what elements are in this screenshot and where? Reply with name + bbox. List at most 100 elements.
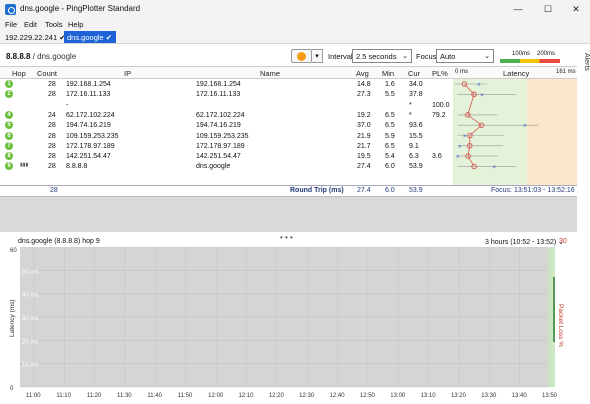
latency-cur-mark: × xyxy=(477,83,481,89)
cell-avg: 37.0 xyxy=(357,122,371,130)
cell-min: 5.5 xyxy=(385,91,395,99)
interval-label: Interval xyxy=(328,52,353,61)
cell-min: 6.5 xyxy=(385,142,395,150)
cell-min: 6.5 xyxy=(385,111,395,119)
x-tick-label: 12:10 xyxy=(238,393,254,399)
cell-cur: 93.6 xyxy=(409,122,423,130)
cell-count: 28 xyxy=(48,132,56,140)
menu-file[interactable]: File xyxy=(5,20,17,29)
target-name: dns.google xyxy=(37,52,77,61)
interval-value: 2.5 seconds xyxy=(356,52,397,61)
latency-scale-end: 161 ms xyxy=(556,69,576,75)
cell-name: 142.251.54.47 xyxy=(196,153,241,161)
latency-cur-mark: × xyxy=(523,124,527,130)
alerts-side-tab[interactable]: Alerts xyxy=(577,34,590,84)
focus-select[interactable]: Auto ⌄ xyxy=(436,49,494,63)
menu-help[interactable]: Help xyxy=(68,20,83,29)
cell-cur: 9.1 xyxy=(409,142,419,150)
cell-avg: 27.4 xyxy=(357,163,371,171)
cell-count: 28 xyxy=(48,81,56,88)
cell-cur: 37.8 xyxy=(409,91,423,99)
latency-scale-bar xyxy=(500,59,560,63)
cell-count: 28 xyxy=(48,142,56,150)
summary-row: 28 Round Trip (ms) 27.4 6.0 53.9 Focus: … xyxy=(0,185,577,195)
summary-avg: 27.4 xyxy=(357,187,371,194)
cell-ip: 62.172.102.224 xyxy=(66,111,115,119)
cell-pl: 79.2 xyxy=(432,111,446,119)
target-ip: 8.8.8.8 xyxy=(6,52,31,61)
x-tick-label: 11:50 xyxy=(178,393,193,399)
time-range-select[interactable]: 3 hours (10:52 - 13:52) ⌄ xyxy=(485,238,564,246)
col-hop[interactable]: Hop xyxy=(12,69,26,78)
focus-label: Focus xyxy=(416,52,437,61)
x-tick-label: 11:30 xyxy=(117,393,132,399)
cell-avg: 21.9 xyxy=(357,132,371,140)
summary-focus: Focus: 13:51:03 - 13:52:16 xyxy=(491,187,575,194)
summary-min: 6.0 xyxy=(385,187,395,194)
chevron-down-icon: ⌄ xyxy=(402,53,408,60)
cell-count: 28 xyxy=(48,163,56,171)
latency-cur-mark: × xyxy=(456,155,460,161)
cell-ip: - xyxy=(66,101,69,109)
col-pl[interactable]: PL% xyxy=(432,69,448,78)
maximize-button[interactable]: ☐ xyxy=(536,2,560,16)
close-button[interactable]: ✕ xyxy=(564,2,588,16)
col-avg[interactable]: Avg xyxy=(356,69,369,78)
cell-count: 24 xyxy=(48,111,56,119)
cell-name: 62.172.102.224 xyxy=(196,111,245,119)
hop-status-icon: 1 xyxy=(5,80,13,88)
summary-label: Round Trip (ms) xyxy=(290,187,344,194)
cell-min: 6.0 xyxy=(385,163,395,171)
y-tick-label: 60 xyxy=(10,248,17,254)
hop-status-icon: 6 xyxy=(5,131,13,140)
summary-count: 28 xyxy=(50,187,58,194)
signal-bars-icon: ▮▮▮ xyxy=(20,162,29,169)
packet-loss-axis-label: Packet Loss % xyxy=(557,304,564,347)
latency-cur-mark: × xyxy=(480,93,484,99)
x-tick-label: 12:20 xyxy=(269,393,285,399)
cell-ip: 194.74.16.219 xyxy=(66,122,111,130)
cell-ip: 142.251.54.47 xyxy=(66,153,111,161)
cell-cur: 15.5 xyxy=(409,132,423,140)
latency-zone-warn xyxy=(527,79,577,185)
x-tick-label: 13:20 xyxy=(451,393,467,399)
minimize-button[interactable]: — xyxy=(506,2,530,16)
col-name[interactable]: Name xyxy=(260,69,280,78)
hop-status-icon: 8 xyxy=(5,152,13,161)
col-cur[interactable]: Cur xyxy=(408,69,420,78)
packet-loss-max: 30 xyxy=(559,238,567,245)
cell-avg: 21.7 xyxy=(357,142,371,150)
interval-select[interactable]: 2.5 seconds ⌄ xyxy=(352,49,412,63)
col-count[interactable]: Count xyxy=(37,69,57,78)
cell-cur: * xyxy=(409,101,412,109)
tab-target-dns-google[interactable]: dns.google ✔ xyxy=(64,31,116,43)
col-latency[interactable]: Latency xyxy=(503,69,529,78)
cell-min: 6.5 xyxy=(385,122,395,130)
pause-dropdown-button[interactable]: ▾ xyxy=(312,49,323,63)
latency-cur-mark: × xyxy=(458,144,462,150)
tab-target-192-229-22-241[interactable]: 192.229.22.241 ✔ xyxy=(2,31,69,43)
scale-label-100ms: 100ms xyxy=(512,51,531,57)
menu-tools[interactable]: Tools xyxy=(45,20,63,29)
cell-count: 28 xyxy=(48,91,56,99)
latency-scale-start: 0 ms xyxy=(455,69,469,75)
cell-avg: 19.5 xyxy=(357,153,371,161)
menu-bar xyxy=(0,19,590,30)
y-tick-label: 10 ms xyxy=(22,363,38,369)
app-icon xyxy=(5,4,16,15)
cell-name: 194.74.16.219 xyxy=(196,122,241,130)
cell-name: dns.google xyxy=(196,163,231,171)
cell-name: 109.159.253.235 xyxy=(196,132,249,140)
menu-edit[interactable]: Edit xyxy=(24,20,37,29)
cell-ip: 8.8.8.8 xyxy=(66,163,88,171)
col-ip[interactable]: IP xyxy=(124,69,131,78)
x-tick-label: 12:50 xyxy=(360,393,376,399)
y-axis-label: Latency (ms) xyxy=(9,299,16,337)
x-tick-label: 13:40 xyxy=(512,393,528,399)
x-tick-label: 11:40 xyxy=(147,393,162,399)
col-min[interactable]: Min xyxy=(382,69,394,78)
cell-min: 5.4 xyxy=(385,153,395,161)
graph-title: dns.google (8.8.8.8) hop 9 xyxy=(18,238,100,245)
cell-ip: 192.168.1.254 xyxy=(66,81,111,88)
pause-button[interactable] xyxy=(291,49,312,63)
